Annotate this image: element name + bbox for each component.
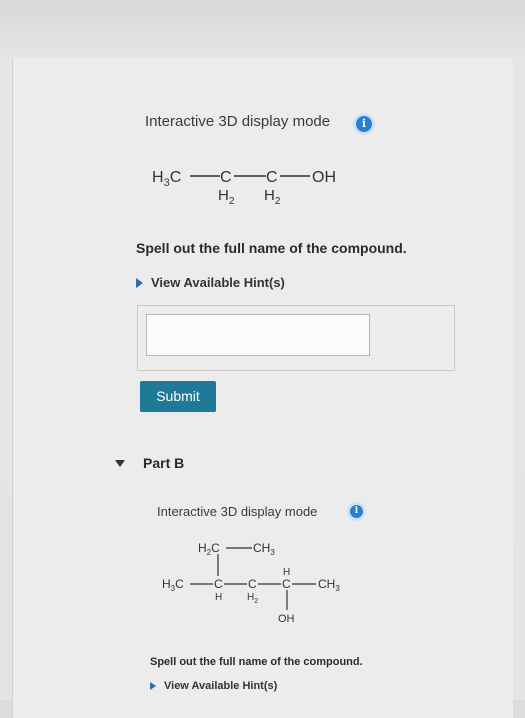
part-a-display-mode-label: Interactive 3D display mode	[145, 113, 331, 130]
hint-label: View Available Hint(s)	[151, 275, 285, 290]
expand-arrow-icon	[150, 682, 156, 690]
atom-right-ch3: CH3	[318, 577, 340, 593]
atom-h2-b: H2	[264, 187, 281, 207]
info-icon[interactable]: i	[350, 505, 363, 518]
atom-c-b-h2: H2	[247, 592, 258, 605]
atom-top-ch3: CH3	[253, 541, 275, 557]
atom-top-h2c: H2C	[198, 541, 220, 557]
collapse-caret-icon[interactable]	[115, 460, 125, 467]
answer-input[interactable]	[146, 314, 370, 356]
part-a-question: Spell out the full name of the compound.	[136, 240, 407, 256]
atom-c2: C	[220, 169, 232, 186]
part-b-hint-link[interactable]: View Available Hint(s)	[150, 680, 277, 692]
atom-h3c: H3C	[152, 169, 181, 189]
part-b-display-mode-label: Interactive 3D display mode	[157, 504, 318, 519]
info-icon[interactable]: i	[356, 116, 372, 132]
atom-c-c: C	[282, 577, 291, 591]
atom-h2-a: H2	[218, 187, 235, 207]
part-b-structure: H2C CH3 H3C C H C H2 H C CH3 OH	[162, 541, 340, 625]
part-a-hint-link[interactable]: View Available Hint(s)	[136, 275, 285, 290]
atom-oh: OH	[312, 169, 336, 186]
expand-arrow-icon	[136, 278, 143, 288]
part-a-structure: H3C C C OH H2 H2	[152, 169, 336, 207]
part-b-question: Spell out the full name of the compound.	[150, 656, 363, 668]
atom-c-b: C	[248, 577, 257, 591]
atom-c-a-h: H	[215, 592, 222, 603]
submit-button[interactable]: Submit	[140, 381, 216, 412]
atom-left-h3c: H3C	[162, 577, 184, 593]
atom-oh: OH	[278, 613, 295, 625]
atom-c-a: C	[214, 577, 223, 591]
hint-label: View Available Hint(s)	[164, 680, 278, 692]
atom-c3: C	[266, 169, 278, 186]
answer-box	[137, 305, 455, 371]
part-b-title[interactable]: Part B	[143, 455, 184, 471]
